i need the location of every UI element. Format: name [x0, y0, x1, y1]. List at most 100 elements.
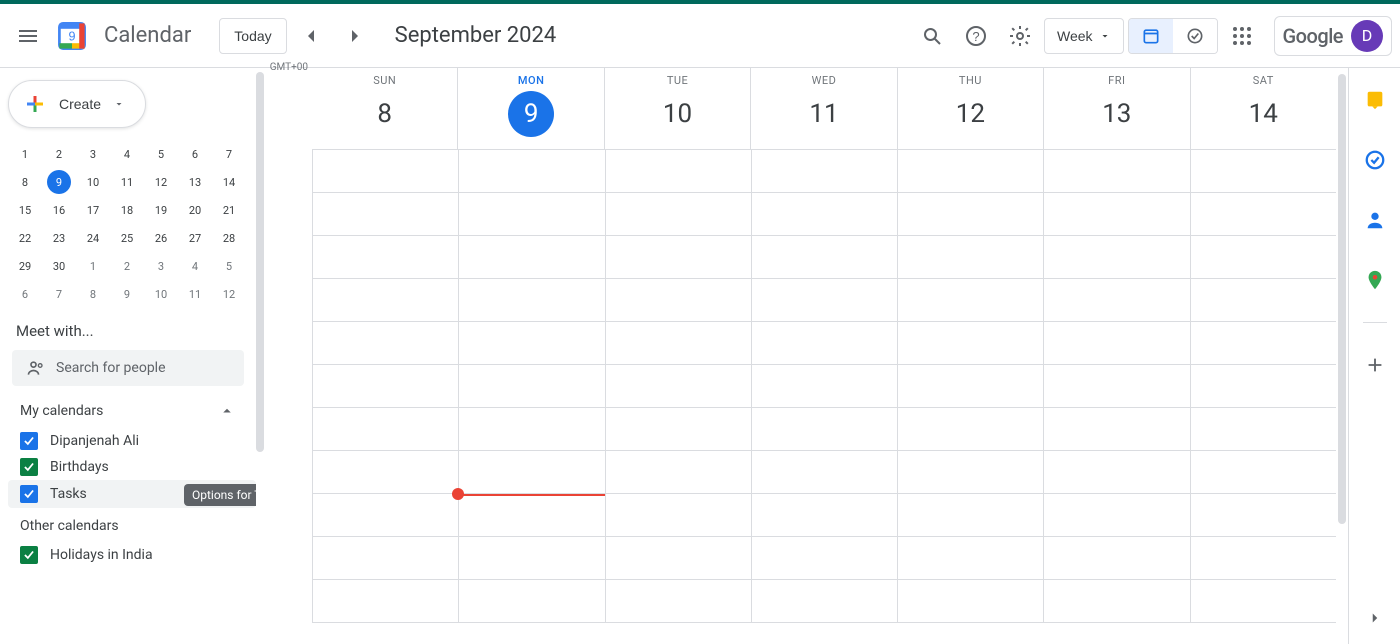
time-slot[interactable] — [458, 279, 604, 321]
settings-button[interactable] — [1000, 16, 1040, 56]
day-of-month-label[interactable]: 10 — [655, 91, 701, 137]
google-apps-button[interactable] — [1222, 16, 1262, 56]
calendar-mode-button[interactable] — [1129, 19, 1173, 53]
mini-day[interactable]: 7 — [42, 280, 76, 308]
mini-day[interactable]: 10 — [76, 168, 110, 196]
mini-day[interactable]: 9 — [42, 168, 76, 196]
mini-day[interactable]: 15 — [8, 196, 42, 224]
mini-day[interactable]: 2 — [42, 140, 76, 168]
time-slot[interactable] — [897, 365, 1043, 407]
grid-scrollbar[interactable] — [1336, 68, 1348, 644]
mini-day[interactable]: 27 — [178, 224, 212, 252]
mini-day[interactable]: 12 — [144, 168, 178, 196]
mini-day[interactable]: 26 — [144, 224, 178, 252]
mini-day[interactable]: 25 — [110, 224, 144, 252]
mini-day[interactable]: 22 — [8, 224, 42, 252]
day-of-month-label[interactable]: 14 — [1240, 91, 1286, 137]
keep-button[interactable] — [1357, 82, 1393, 118]
time-slot[interactable] — [751, 494, 897, 536]
time-slot[interactable] — [1043, 236, 1189, 278]
time-slot[interactable] — [897, 236, 1043, 278]
time-slot[interactable] — [1190, 580, 1336, 622]
time-slot[interactable] — [605, 365, 751, 407]
day-of-month-label[interactable]: 9 — [508, 91, 554, 137]
mini-day[interactable]: 24 — [76, 224, 110, 252]
time-slot[interactable] — [1043, 365, 1189, 407]
time-slot[interactable] — [1190, 365, 1336, 407]
mini-day[interactable]: 10 — [144, 280, 178, 308]
day-header[interactable]: THU12 — [897, 68, 1043, 149]
time-slot[interactable] — [1190, 322, 1336, 364]
time-slot[interactable] — [1043, 494, 1189, 536]
create-button[interactable]: Create — [8, 80, 146, 128]
time-slot[interactable] — [605, 537, 751, 579]
day-of-month-label[interactable]: 13 — [1094, 91, 1140, 137]
time-slot[interactable] — [1043, 150, 1189, 192]
support-button[interactable]: ? — [956, 16, 996, 56]
hour-grid[interactable]: 7 AM8 AM9 AM10 AM11 AM12 PM1 PM2 PM3 PM4… — [312, 150, 1336, 644]
mini-day[interactable]: 19 — [144, 196, 178, 224]
time-slot[interactable] — [751, 236, 897, 278]
time-slot[interactable] — [312, 537, 458, 579]
time-slot[interactable] — [1043, 451, 1189, 493]
time-slot[interactable] — [1190, 494, 1336, 536]
time-slot[interactable] — [1043, 322, 1189, 364]
mini-day[interactable]: 3 — [76, 140, 110, 168]
time-slot[interactable] — [1190, 537, 1336, 579]
search-people-input[interactable]: Search for people — [12, 350, 244, 386]
day-header[interactable]: WED11 — [750, 68, 896, 149]
time-slot[interactable] — [458, 322, 604, 364]
time-slot[interactable] — [751, 365, 897, 407]
mini-calendar[interactable]: 1234567891011121314151617181920212223242… — [8, 140, 248, 308]
time-slot[interactable] — [897, 193, 1043, 235]
time-slot[interactable] — [312, 494, 458, 536]
time-slot[interactable] — [312, 322, 458, 364]
time-slot[interactable] — [605, 580, 751, 622]
time-slot[interactable] — [751, 537, 897, 579]
time-slot[interactable] — [897, 494, 1043, 536]
day-header[interactable]: SUN8 — [312, 68, 457, 149]
search-button[interactable] — [912, 16, 952, 56]
time-slot[interactable] — [897, 150, 1043, 192]
time-slot[interactable] — [605, 408, 751, 450]
time-slot[interactable] — [751, 580, 897, 622]
calendar-checkbox[interactable] — [20, 432, 38, 450]
time-slot[interactable] — [458, 365, 604, 407]
mini-day[interactable]: 12 — [212, 280, 246, 308]
mini-day[interactable]: 6 — [178, 140, 212, 168]
time-slot[interactable] — [751, 451, 897, 493]
day-header[interactable]: SAT14 — [1190, 68, 1336, 149]
day-of-month-label[interactable]: 11 — [801, 91, 847, 137]
time-slot[interactable] — [458, 494, 604, 536]
calendar-checkbox[interactable] — [20, 546, 38, 564]
time-slot[interactable] — [312, 236, 458, 278]
time-slot[interactable] — [897, 580, 1043, 622]
collapse-panel-button[interactable] — [1357, 600, 1393, 636]
time-slot[interactable] — [458, 451, 604, 493]
time-slot[interactable] — [605, 279, 751, 321]
prev-period-button[interactable] — [291, 16, 331, 56]
time-slot[interactable] — [312, 408, 458, 450]
my-calendars-header[interactable]: My calendars — [8, 386, 256, 428]
day-header[interactable]: FRI13 — [1043, 68, 1189, 149]
time-slot[interactable] — [751, 150, 897, 192]
time-slot[interactable] — [1190, 193, 1336, 235]
mini-day[interactable]: 5 — [144, 140, 178, 168]
mini-day[interactable]: 3 — [144, 252, 178, 280]
mini-day[interactable]: 14 — [212, 168, 246, 196]
time-slot[interactable] — [458, 580, 604, 622]
mini-day[interactable]: 2 — [110, 252, 144, 280]
next-period-button[interactable] — [335, 16, 375, 56]
time-slot[interactable] — [312, 451, 458, 493]
time-slot[interactable] — [897, 537, 1043, 579]
user-avatar[interactable]: D — [1351, 20, 1383, 52]
time-slot[interactable] — [312, 580, 458, 622]
time-slot[interactable] — [1190, 236, 1336, 278]
time-slot[interactable] — [605, 236, 751, 278]
today-button[interactable]: Today — [219, 18, 286, 54]
mini-day[interactable]: 8 — [8, 168, 42, 196]
other-calendars-header[interactable]: Other calendars — [8, 508, 256, 542]
day-header[interactable]: TUE10 — [604, 68, 750, 149]
mini-day[interactable]: 11 — [178, 280, 212, 308]
time-slot[interactable] — [605, 322, 751, 364]
